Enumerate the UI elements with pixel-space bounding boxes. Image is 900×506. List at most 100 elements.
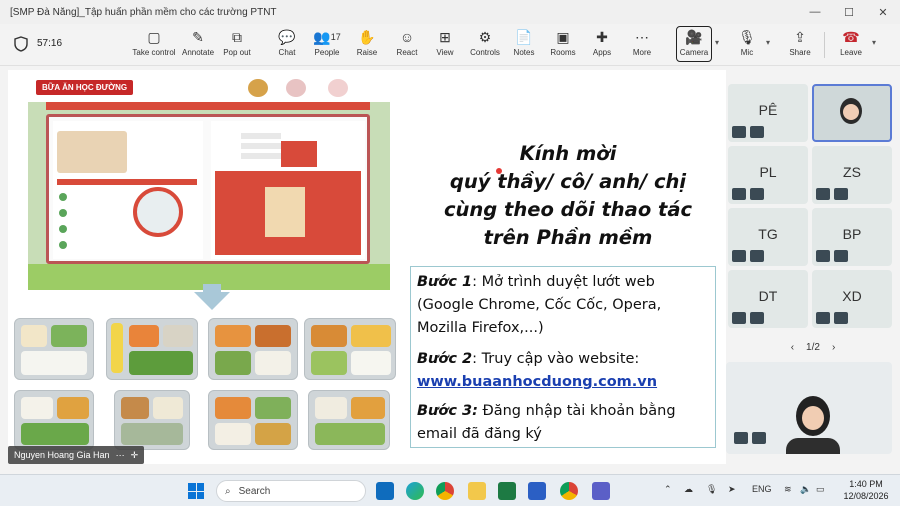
meal-tray-photo <box>114 390 190 450</box>
mic-options-chevron-icon[interactable]: ▾ <box>766 38 770 47</box>
mic-muted-icon <box>752 432 766 444</box>
take-control-icon: ▢ <box>147 28 161 45</box>
mic-button[interactable]: 🎙 Mic <box>734 28 760 62</box>
share-button[interactable]: ⇪ Share <box>786 28 814 62</box>
participant-tile[interactable]: PÊ <box>728 84 808 142</box>
instruction-steps: Bước 1: Mở trình duyệt lướt web (Google … <box>410 266 716 448</box>
language-indicator[interactable]: ENG <box>752 484 772 494</box>
notes-button[interactable]: 📄 Notes <box>510 28 538 62</box>
more-icon: ⋯ <box>635 28 649 45</box>
react-button[interactable]: ☺ React <box>392 28 422 62</box>
gallery-pager: ‹ 1/2 › <box>768 342 858 353</box>
meeting-toolbar: 57:16 ▢ Take control ✎ Annotate ⧉ Pop ou… <box>0 24 900 66</box>
page-indicator: 1/2 <box>806 342 820 353</box>
camera-button[interactable]: 🎥 Camera <box>678 28 710 62</box>
invitation-heading: Kính mời quý thầy/ cô/ anh/ chị cùng the… <box>443 142 693 249</box>
more-options-icon[interactable]: ⋯ <box>116 450 125 461</box>
share-icon: ⇪ <box>794 28 806 45</box>
take-control-button[interactable]: ▢ Take control <box>132 28 176 62</box>
down-arrow-icon <box>194 292 230 310</box>
mic-muted-icon <box>750 188 764 200</box>
pop-out-icon: ⧉ <box>232 28 242 45</box>
controls-button[interactable]: ⚙ Controls <box>466 28 504 62</box>
rooms-icon: ▣ <box>556 28 570 45</box>
more-button[interactable]: ⋯ More <box>628 28 656 62</box>
wifi-icon[interactable]: ≋ <box>784 484 792 495</box>
meal-tray-photo <box>106 318 198 380</box>
battery-icon[interactable]: ▭ <box>816 484 825 495</box>
chat-button[interactable]: 💬 Chat <box>272 28 302 62</box>
video-off-icon <box>816 250 830 262</box>
excel-app-icon[interactable] <box>498 482 516 500</box>
meal-tray-photo <box>14 390 94 450</box>
teams-app-icon[interactable] <box>592 482 610 500</box>
chrome-app-icon[interactable] <box>436 482 454 500</box>
mic-muted-icon <box>750 250 764 262</box>
view-button[interactable]: ⊞ View <box>430 28 460 62</box>
meal-tray-photo <box>304 318 396 380</box>
step-2: Bước 2: Truy cập vào website: <box>417 351 640 367</box>
participant-tile[interactable]: XD <box>812 270 892 328</box>
mic-icon: 🎙 <box>738 28 756 45</box>
outlook-app-icon[interactable] <box>376 482 394 500</box>
minimize-button[interactable]: — <box>798 0 832 24</box>
maximize-button[interactable]: ☐ <box>832 0 866 24</box>
participant-tile[interactable]: BP <box>812 208 892 266</box>
self-video-preview[interactable] <box>726 362 892 454</box>
camera-icon: 🎥 <box>685 28 703 45</box>
meal-tray-photo <box>208 318 298 380</box>
pop-out-button[interactable]: ⧉ Pop out <box>220 28 254 62</box>
video-off-icon <box>732 126 746 138</box>
location-icon[interactable]: ➤ <box>728 484 736 495</box>
annotate-button[interactable]: ✎ Annotate <box>180 28 216 62</box>
file-explorer-icon[interactable] <box>468 482 486 500</box>
mic-muted-icon[interactable]: 🎙 <box>706 484 717 495</box>
people-icon: 👥 <box>313 28 331 45</box>
raise-button[interactable]: ✋ Raise <box>352 28 382 62</box>
participant-tile[interactable]: PL <box>728 146 808 204</box>
website-screenshot: BỮA ĂN HỌC ĐƯỜNG <box>28 74 390 290</box>
partner-logo <box>286 79 306 97</box>
taskbar-search[interactable]: ⌕ Search <box>216 480 366 502</box>
clock-date: 12/08/2026 <box>843 491 889 501</box>
window-title: [SMP Đà Nẵng]_Tập huấn phần mềm cho các … <box>10 6 277 18</box>
website-nav <box>46 102 370 110</box>
prev-page-icon[interactable]: ‹ <box>791 342 794 353</box>
next-page-icon[interactable]: › <box>832 342 835 353</box>
leave-button[interactable]: ☎ Leave <box>836 28 866 62</box>
window-titlebar: [SMP Đà Nẵng]_Tập huấn phần mềm cho các … <box>0 0 900 24</box>
chrome-profile-icon[interactable] <box>560 482 578 500</box>
meal-tray-photo <box>308 390 390 450</box>
windows-start-icon[interactable] <box>188 483 204 499</box>
people-button[interactable]: 👥 17 People <box>310 28 344 62</box>
mic-muted-icon <box>834 250 848 262</box>
video-off-icon <box>732 188 746 200</box>
react-icon: ☺ <box>399 29 415 45</box>
volume-icon[interactable]: 🔈 <box>800 484 811 495</box>
cloud-icon[interactable]: ☁ <box>684 484 693 495</box>
website-link[interactable]: www.buaanhocduong.com.vn <box>417 371 709 394</box>
shield-icon <box>14 36 28 52</box>
website-content <box>46 114 370 264</box>
system-clock[interactable]: 1:40 PM 12/08/2026 <box>836 478 896 502</box>
step-1: Bước 1: Mở trình duyệt lướt web (Google … <box>417 274 662 336</box>
participant-tile-video[interactable] <box>812 84 892 142</box>
word-app-icon[interactable] <box>528 482 546 500</box>
website-logo: BỮA ĂN HỌC ĐƯỜNG <box>36 80 134 95</box>
edge-app-icon[interactable] <box>406 482 424 500</box>
camera-options-chevron-icon[interactable]: ▾ <box>715 38 719 47</box>
leave-options-chevron-icon[interactable]: ▾ <box>872 38 876 47</box>
apps-icon: ✚ <box>596 28 608 45</box>
participant-tile[interactable]: TG <box>728 208 808 266</box>
chevron-up-icon[interactable]: ⌃ <box>664 484 672 495</box>
mic-muted-icon <box>750 312 764 324</box>
participant-tile[interactable]: ZS <box>812 146 892 204</box>
annotate-icon: ✎ <box>192 28 204 45</box>
apps-button[interactable]: ✚ Apps <box>588 28 616 62</box>
participant-tile[interactable]: DT <box>728 270 808 328</box>
step-3: Bước 3: Đăng nhập tài khoản bằng email đ… <box>417 403 676 442</box>
rooms-button[interactable]: ▣ Rooms <box>548 28 578 62</box>
participant-initials: PÊ <box>758 102 778 118</box>
close-button[interactable]: ✕ <box>866 0 900 24</box>
pin-icon[interactable]: ✛ <box>131 450 139 461</box>
